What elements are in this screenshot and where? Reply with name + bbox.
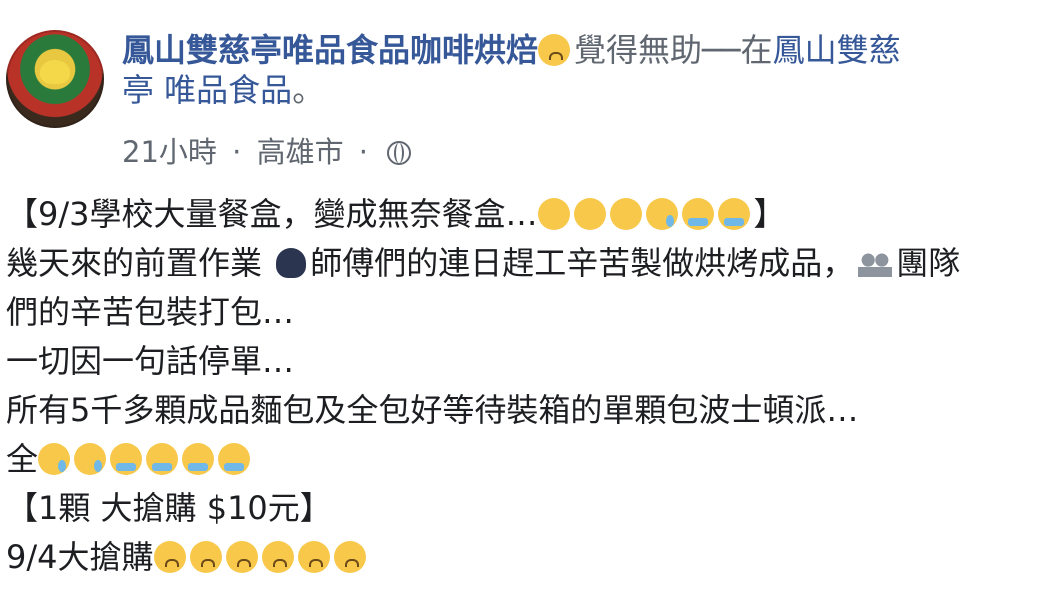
post-body: 【9/3學校大量餐盒，變成無奈餐盒… 】 幾天來的前置作業 師傅們的連日趕工辛苦製… — [6, 190, 1060, 582]
crying-face-icon — [218, 443, 251, 475]
header-line-2: 亭 唯品食品。 — [122, 70, 1052, 110]
post-meta: 21小時 · 高雄市 · — [122, 134, 412, 170]
post-line: 所有5千多顆成品麵包及全包好等待裝箱的單顆包波士頓派… — [6, 391, 859, 429]
sad-tear-face-icon — [645, 198, 678, 230]
post-text: 師傅們的連日趕工辛苦製做烘烤成品， — [310, 244, 855, 282]
frowning-face-icon — [297, 541, 330, 573]
post-line: 【1顆 大搶購 $10元】 — [6, 489, 332, 527]
frowning-face-icon — [189, 541, 222, 573]
page-avatar[interactable] — [6, 30, 104, 128]
header-line-1: 鳳山雙慈亭唯品食品咖啡烘焙 覺得無助──在鳳山雙慈 — [122, 30, 1052, 70]
sad-tear-face-icon — [74, 443, 107, 475]
location-link[interactable]: 鳳山雙慈 — [773, 31, 901, 69]
meta-separator: · — [358, 135, 369, 169]
post-timestamp[interactable]: 21小時 — [122, 135, 217, 169]
crying-face-icon — [717, 198, 750, 230]
pensive-face-icon — [573, 198, 606, 230]
crying-face-icon — [146, 443, 179, 475]
chef-icon — [276, 248, 307, 278]
frowning-face-icon — [225, 541, 258, 573]
post-line: 全 — [6, 435, 1060, 484]
post-line: 9/4大搶購 — [6, 533, 1060, 582]
post-text: 【9/3學校大量餐盒，變成無奈餐盒… — [6, 195, 538, 233]
globe-icon[interactable] — [387, 141, 412, 165]
activity-text: 覺得無助──在 — [574, 31, 773, 69]
post-line: 幾天來的前置作業 師傅們的連日趕工辛苦製做烘烤成品， 團隊 — [6, 239, 1060, 288]
post-line: 【9/3學校大量餐盒，變成無奈餐盒… 】 — [6, 190, 1060, 239]
page-name-link[interactable]: 鳳山雙慈亭唯品食品咖啡烘焙 — [122, 31, 538, 69]
post-place[interactable]: 高雄市 — [257, 135, 344, 169]
post-text: 9/4大搶購 — [6, 538, 154, 576]
post-text: 團隊 — [896, 244, 961, 282]
post-text: 幾天來的前置作業 — [6, 244, 273, 282]
meta-separator: · — [232, 135, 242, 169]
post-line: 們的辛苦包裝打包… — [6, 293, 295, 331]
feeling-helpless-icon — [538, 34, 571, 66]
crying-face-icon — [182, 443, 215, 475]
location-suffix: 。 — [292, 71, 325, 109]
pensive-face-icon — [537, 198, 570, 230]
post-header: 鳳山雙慈亭唯品食品咖啡烘焙 覺得無助──在鳳山雙慈 亭 唯品食品。 — [122, 30, 1052, 110]
drooling-face-icon — [609, 198, 642, 230]
location-link-continued[interactable]: 亭 唯品食品 — [122, 71, 292, 109]
post-line: 一切因一句話停單… — [6, 342, 295, 380]
post-text: 全 — [6, 440, 39, 478]
frowning-face-icon — [333, 541, 366, 573]
crying-face-icon — [681, 198, 714, 230]
frowning-face-icon — [153, 541, 186, 573]
frowning-face-icon — [261, 541, 294, 573]
crying-face-icon — [110, 443, 143, 475]
post-text: 】 — [753, 195, 786, 233]
sad-tear-face-icon — [38, 443, 71, 475]
people-icon — [858, 251, 893, 277]
